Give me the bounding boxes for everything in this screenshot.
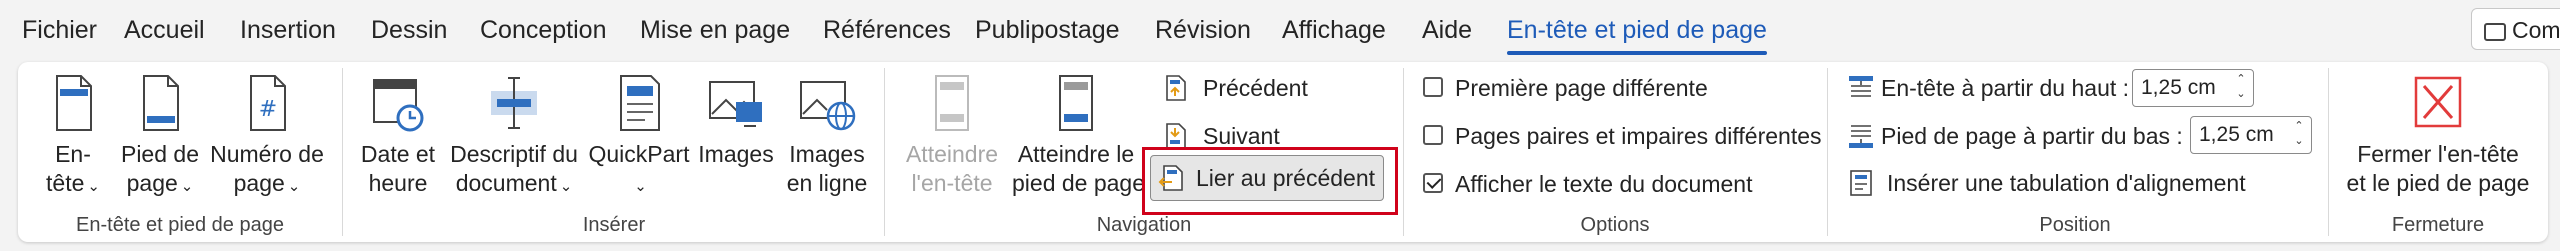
group-separator	[1403, 68, 1404, 236]
group-label-insert: Insérer	[582, 214, 646, 236]
tab-aide[interactable]: Aide	[1422, 0, 1472, 60]
goto-header-icon	[935, 75, 969, 131]
link-previous-icon	[1158, 165, 1183, 191]
tab-fichier[interactable]: Fichier	[22, 0, 97, 60]
previous-section-icon	[1166, 75, 1186, 101]
footer-icon	[143, 75, 179, 131]
tab-revision[interactable]: Révision	[1155, 0, 1251, 60]
images-icon	[709, 81, 762, 127]
tab-accueil[interactable]: Accueil	[124, 0, 205, 60]
comments-button[interactable]: Comm	[2471, 8, 2560, 50]
group-label-header-footer: En-tête et pied de page	[76, 214, 284, 236]
alignment-tab-icon	[1850, 170, 1872, 196]
tab-conception[interactable]: Conception	[480, 0, 606, 60]
spinner-arrows-icon[interactable]: ⌃ ⌄	[2291, 119, 2307, 151]
tab-affichage[interactable]: Affichage	[1282, 0, 1386, 60]
date-time-button[interactable]: Date et heure	[356, 68, 440, 198]
chevron-down-icon: ⌄	[287, 178, 301, 195]
online-images-button[interactable]: Images en ligne	[782, 68, 872, 198]
header-button[interactable]: En-tête ⌄	[34, 68, 112, 198]
calendar-clock-icon	[373, 79, 424, 132]
tab-references[interactable]: Références	[823, 0, 951, 60]
close-icon	[2414, 76, 2462, 128]
close-header-footer-button[interactable]: Fermer l'en-tête et le pied de page	[2340, 68, 2536, 198]
header-icon	[56, 75, 92, 131]
quickpart-button[interactable]: QuickPart ⌄	[588, 68, 690, 198]
page-number-button[interactable]: # Numéro de page ⌄	[208, 68, 326, 198]
chevron-down-icon: ⌄	[634, 178, 647, 195]
group-separator	[1827, 68, 1828, 236]
document-info-button[interactable]: Descriptif du document ⌄	[446, 68, 582, 198]
document-info-icon	[491, 77, 537, 129]
group-label-close: Fermeture	[2391, 214, 2485, 236]
page-number-icon: #	[250, 75, 286, 131]
checkbox[interactable]	[1423, 77, 1443, 97]
footer-button[interactable]: Pied de page ⌄	[114, 68, 206, 198]
svg-text:#: #	[259, 97, 277, 122]
group-separator	[2328, 68, 2329, 236]
goto-header-button[interactable]: Atteindre l'en-tête	[896, 68, 1008, 198]
show-document-text-checkbox[interactable]: Afficher le texte du document	[1423, 164, 1823, 204]
header-from-top-label: En-tête à partir du haut :	[1847, 68, 2129, 108]
footer-from-bottom-label: Pied de page à partir du bas :	[1847, 116, 2187, 156]
group-label-position: Position	[2039, 214, 2111, 236]
ribbon-tab-bar: Fichier Accueil Insertion Dessin Concept…	[0, 0, 2560, 60]
previous-button[interactable]: Précédent	[1163, 68, 1363, 108]
insert-alignment-tab-button[interactable]: Insérer une tabulation d'alignement	[1847, 163, 2267, 203]
online-images-icon	[800, 81, 856, 131]
tab-en-tete-pied-de-page[interactable]: En-tête et pied de page	[1507, 0, 1767, 60]
next-section-icon	[1166, 123, 1186, 149]
footer-from-bottom-input[interactable]: 1,25 cm ⌃ ⌄	[2190, 116, 2312, 154]
group-label-options: Options	[1580, 214, 1650, 236]
different-odd-even-checkbox[interactable]: Pages paires et impaires différentes	[1423, 116, 1823, 156]
link-to-previous-button[interactable]: Lier au précédent	[1158, 158, 1378, 198]
group-separator	[342, 68, 343, 236]
tab-publipostage[interactable]: Publipostage	[975, 0, 1120, 60]
quickpart-icon	[620, 75, 660, 131]
comment-icon	[2484, 23, 2506, 41]
chevron-down-icon: ⌄	[87, 178, 100, 195]
footer-position-icon	[1849, 125, 1873, 148]
header-from-top-input[interactable]: 1,25 cm ⌃ ⌄	[2132, 69, 2254, 107]
goto-footer-button[interactable]: Atteindre le pied de page	[1012, 68, 1145, 198]
checkbox[interactable]	[1423, 125, 1443, 145]
goto-footer-icon	[1059, 75, 1093, 131]
group-label-navigation: Navigation	[1096, 214, 1192, 236]
chevron-down-icon: ⌄	[559, 178, 573, 195]
tab-dessin[interactable]: Dessin	[371, 0, 447, 60]
tab-mise-en-page[interactable]: Mise en page	[640, 0, 790, 60]
tab-insertion[interactable]: Insertion	[240, 0, 336, 60]
different-first-page-checkbox[interactable]: Première page différente	[1423, 68, 1823, 108]
checkbox-checked[interactable]	[1423, 173, 1443, 193]
images-button[interactable]: Images	[696, 68, 776, 198]
spinner-arrows-icon[interactable]: ⌃ ⌄	[2233, 72, 2249, 104]
header-position-icon	[1849, 76, 1873, 97]
group-separator	[884, 68, 885, 236]
chevron-down-icon: ⌄	[180, 178, 194, 195]
